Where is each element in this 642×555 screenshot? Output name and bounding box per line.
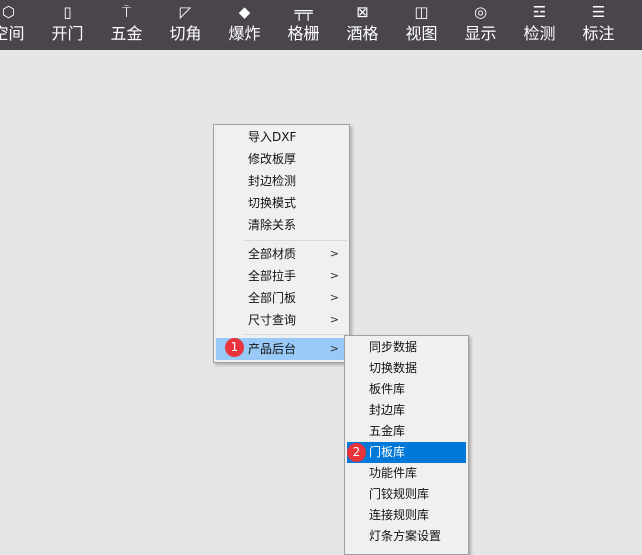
- label: 全部门板: [248, 291, 297, 305]
- toolbar-label: 爆炸: [228, 24, 261, 43]
- chevron-right-icon: >: [329, 269, 339, 282]
- menu-item-import-dxf[interactable]: 导入DXF: [216, 126, 347, 148]
- submenu-item-0[interactable]: 同步数据: [347, 337, 466, 358]
- grille-icon: ╤╤: [294, 3, 313, 21]
- step-badge-1: 1: [225, 338, 244, 357]
- submenu-item-2[interactable]: 板件库: [347, 379, 466, 400]
- toolbar-button-6[interactable]: ⊠ 酒格: [333, 0, 392, 50]
- toolbar-button-10[interactable]: ☰ 标注: [569, 0, 628, 50]
- toolbar-button-1[interactable]: ▯ 开门: [38, 0, 97, 50]
- explode-cube-icon: ◆: [238, 3, 251, 21]
- eye-icon: ◎: [473, 3, 488, 21]
- toolbar-button-3[interactable]: ◸ 切角: [156, 0, 215, 50]
- label: 全部材质: [248, 247, 297, 261]
- toolbar-label: 格栅: [287, 24, 320, 43]
- toolbar-label: 空间: [0, 24, 25, 43]
- menu-separator: [244, 334, 347, 335]
- chevron-right-icon: >: [329, 247, 339, 260]
- menu-item-clear-relations[interactable]: 清除关系: [216, 214, 347, 236]
- toolbar-button-0[interactable]: ⬡ 空间: [0, 0, 38, 50]
- hardware-icon: ⍑: [121, 3, 131, 21]
- toolbar-label: 检测: [523, 24, 556, 43]
- toolbar-label: 标注: [582, 24, 615, 43]
- toolbar-label: 切角: [169, 24, 202, 43]
- menu-item-all-handles[interactable]: 全部拉手 >: [216, 265, 347, 287]
- toolbar-label: 五金: [110, 24, 143, 43]
- toolbar-button-4[interactable]: ◆ 爆炸: [215, 0, 274, 50]
- chevron-right-icon: >: [329, 291, 339, 304]
- submenu-item-7[interactable]: 门铰规则库: [347, 484, 466, 505]
- toolbar-label: 酒格: [346, 24, 379, 43]
- context-menu: 导入DXF 修改板厚 封边检测 切换模式 清除关系 全部材质 > 全部拉手 > 全部…: [213, 124, 350, 363]
- label: 尺寸查询: [248, 313, 297, 327]
- inspect-icon: ☲: [532, 3, 547, 21]
- toolbar-label: 开门: [51, 24, 84, 43]
- menu-item-switch-mode[interactable]: 切换模式: [216, 192, 347, 214]
- label: 产品后台: [248, 342, 297, 356]
- toolbar-button-9[interactable]: ☲ 检测: [510, 0, 569, 50]
- cube-outline-icon: ⬡: [1, 3, 16, 21]
- toolbar-label: 视图: [405, 24, 438, 43]
- submenu-item-3[interactable]: 封边库: [347, 400, 466, 421]
- chamfer-icon: ◸: [179, 3, 192, 21]
- step-badge-2: 2: [347, 443, 366, 462]
- submenu-item-8[interactable]: 连接规则库: [347, 505, 466, 526]
- view-cube-icon: ◫: [414, 3, 429, 21]
- door-icon: ▯: [63, 3, 72, 21]
- menu-item-size-query[interactable]: 尺寸查询 >: [216, 309, 347, 331]
- chevron-right-icon: >: [329, 313, 339, 326]
- label: 全部拉手: [248, 269, 297, 283]
- submenu-item-1[interactable]: 切换数据: [347, 358, 466, 379]
- toolbar-button-11[interactable]: 设: [628, 0, 642, 50]
- menu-separator: [244, 240, 347, 241]
- menu-item-all-door-panels[interactable]: 全部门板 >: [216, 287, 347, 309]
- main-toolbar: ⬡ 空间 ▯ 开门 ⍑ 五金 ◸ 切角 ◆ 爆炸 ╤╤ 格栅 ⊠ 酒格 ◫ 视图 ◎ 显示 ☲ 检测 ☰ 标注设: [0, 0, 642, 50]
- toolbar-button-2[interactable]: ⍑ 五金: [97, 0, 156, 50]
- menu-item-all-materials[interactable]: 全部材质 >: [216, 243, 347, 265]
- submenu-item-9[interactable]: 灯条方案设置: [347, 526, 466, 547]
- menu-item-edit-thickness[interactable]: 修改板厚: [216, 148, 347, 170]
- annotation-icon: ☰: [591, 3, 606, 21]
- toolbar-button-5[interactable]: ╤╤ 格栅: [274, 0, 333, 50]
- toolbar-label: 显示: [464, 24, 497, 43]
- toolbar-button-7[interactable]: ◫ 视图: [392, 0, 451, 50]
- toolbar-label: 设: [628, 24, 642, 44]
- toolbar-button-8[interactable]: ◎ 显示: [451, 0, 510, 50]
- wine-rack-icon: ⊠: [356, 3, 369, 21]
- chevron-right-icon: >: [329, 342, 339, 355]
- menu-item-edge-check[interactable]: 封边检测: [216, 170, 347, 192]
- submenu-item-4[interactable]: 五金库: [347, 421, 466, 442]
- submenu-item-6[interactable]: 功能件库: [347, 463, 466, 484]
